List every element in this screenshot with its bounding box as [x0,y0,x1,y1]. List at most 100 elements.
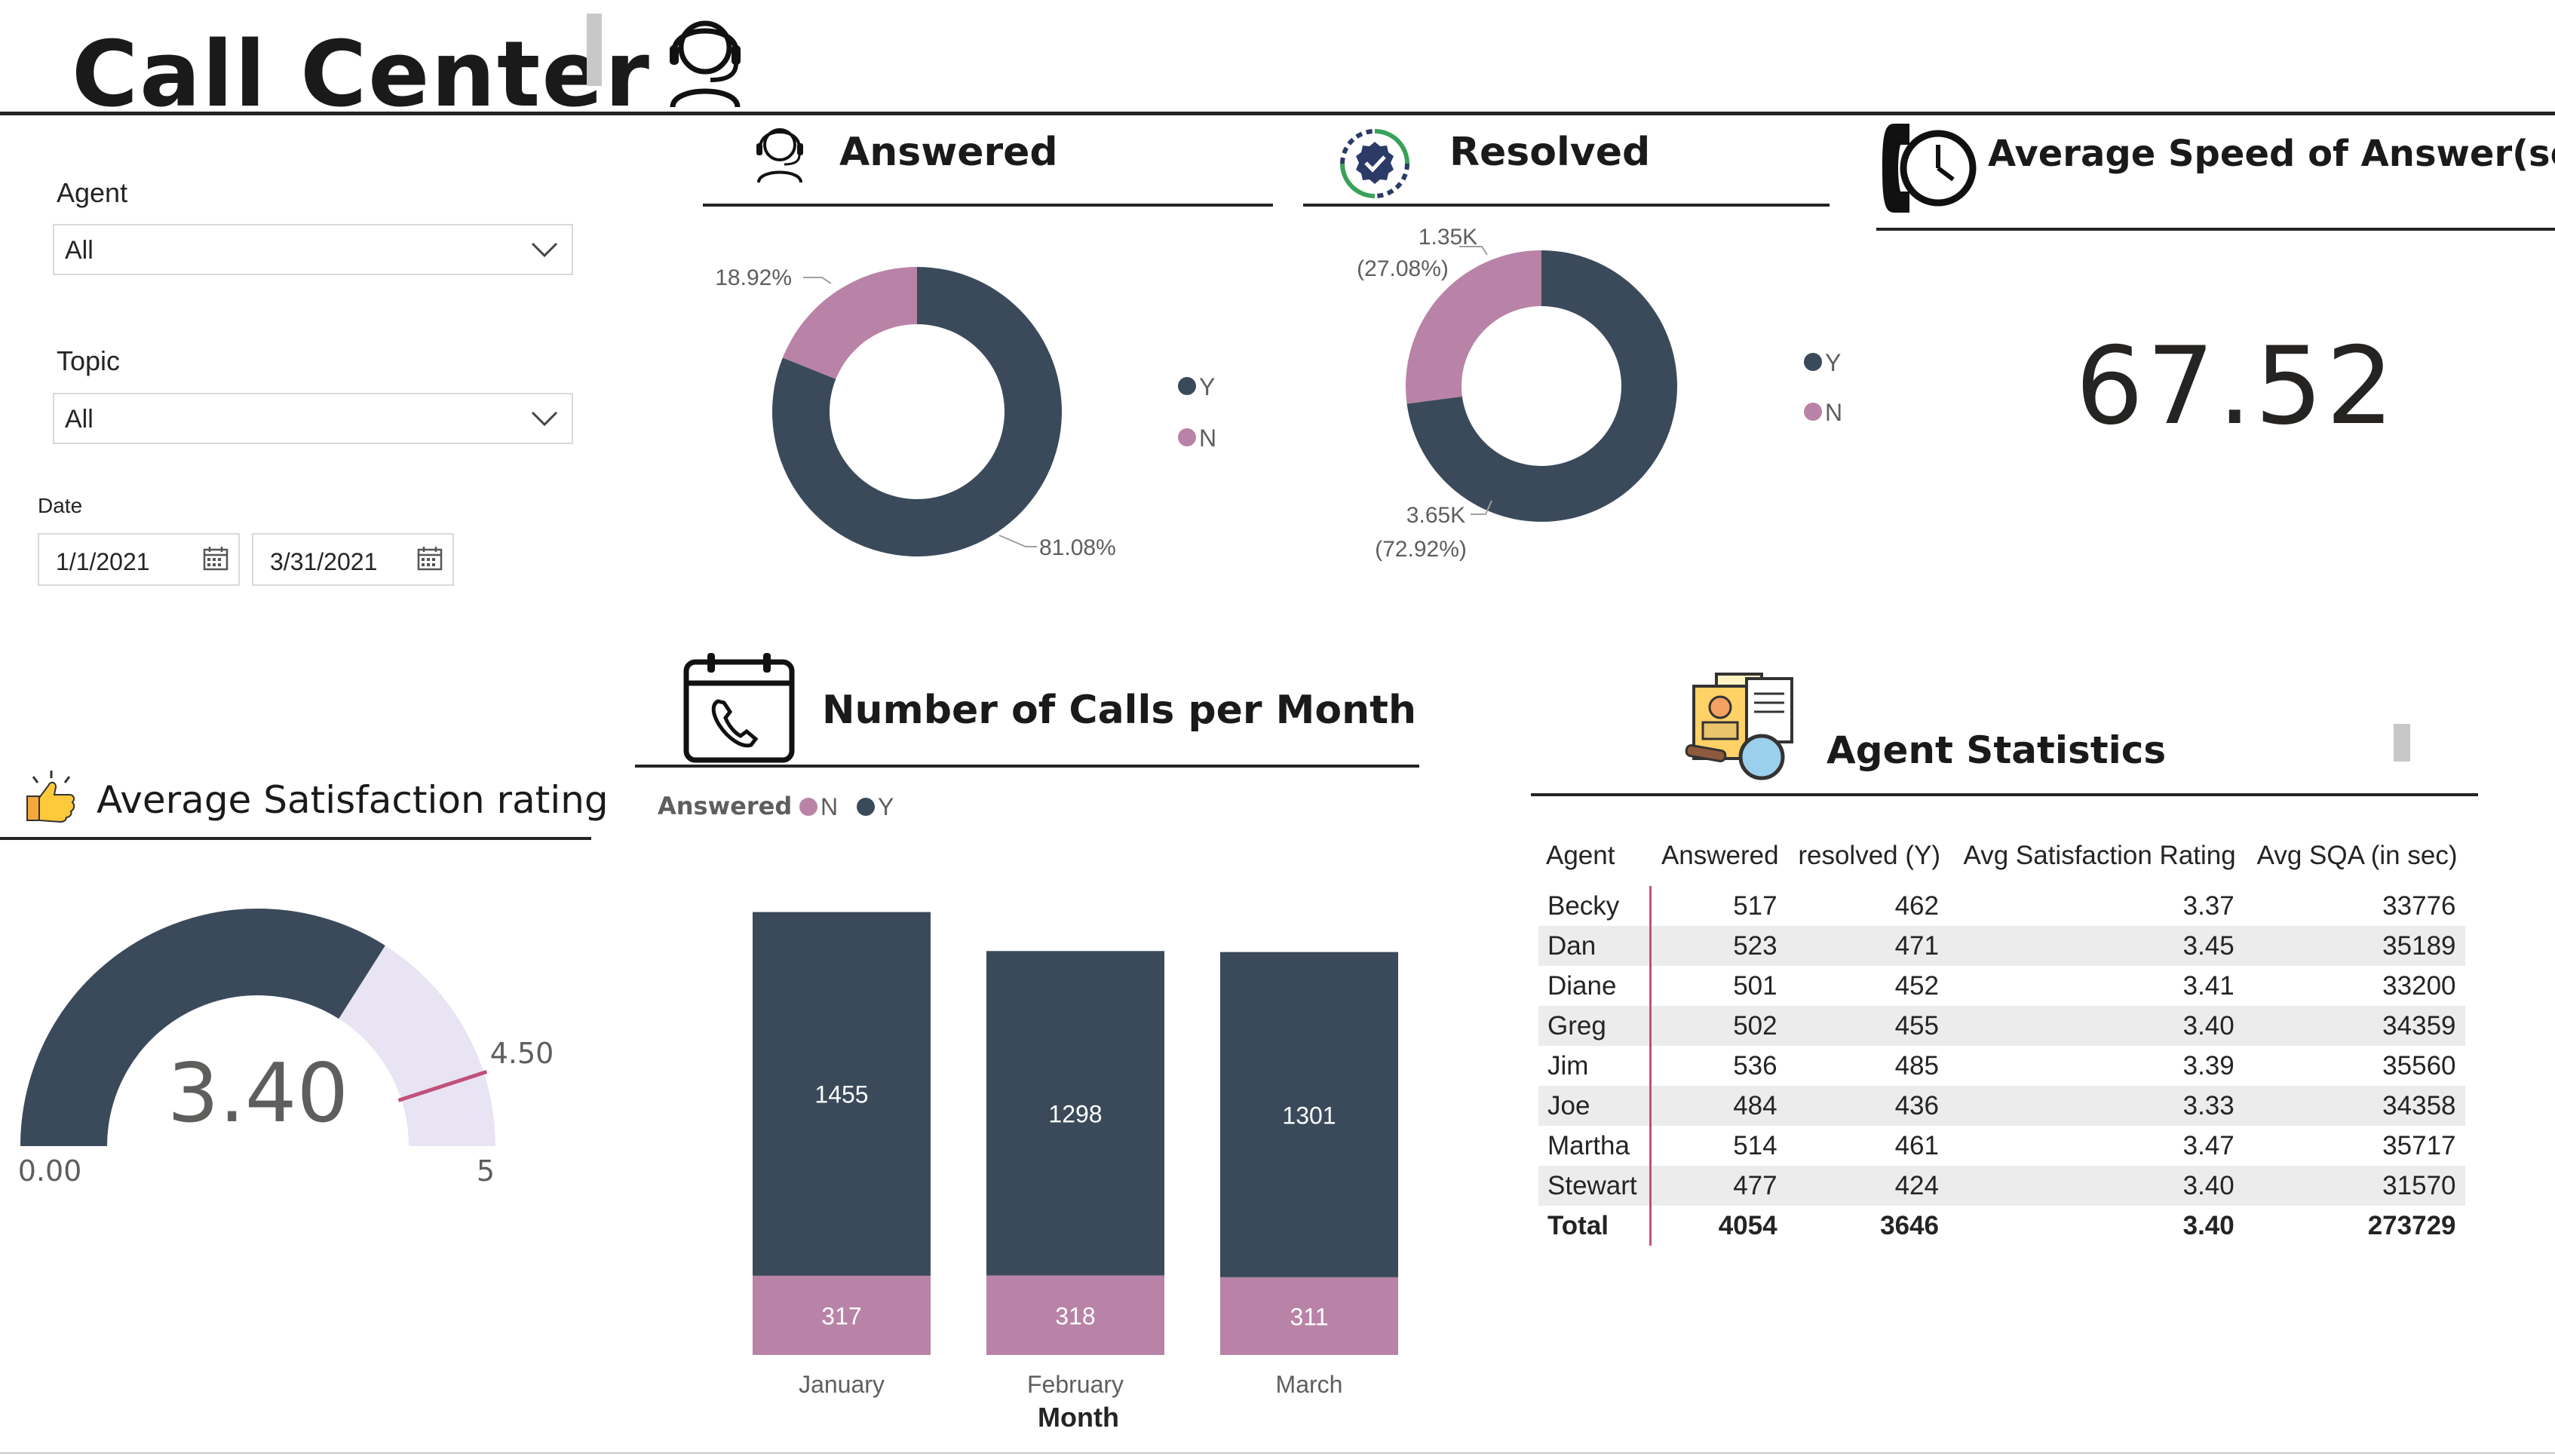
table-cell: 452 [1894,970,1939,1001]
table-cell: 3.40 [1948,1166,2244,1206]
table-row[interactable]: Stewart 477 424 3.40 31570 [1538,1166,2465,1206]
donut-slice-n[interactable] [782,267,917,379]
table-cell: 3.33 [1948,1086,2244,1126]
column-header-agent[interactable]: Agent [1538,826,1650,886]
agent-stats-scroll-handle[interactable] [2394,724,2410,762]
table-cell: Total [1538,1206,1652,1246]
speed-kpi-value: 67.52 [2075,324,2397,449]
resolved-title: Resolved [1449,130,1651,175]
bar-y-label: 1455 [814,1081,868,1108]
phone-clock-icon [1882,124,1977,213]
table-row[interactable]: Diane 501 452 3.41 33200 [1538,966,2465,1006]
chevron-down-icon [531,411,558,427]
column-header-sqa[interactable]: Avg SQA (in sec) [2244,826,2465,886]
answered-title: Answered [839,130,1058,175]
table-cell: 536 [1733,1050,1777,1081]
speed-title: Average Speed of Answer(sec) [1988,133,2555,175]
legend-n-label[interactable]: N [1199,425,1216,452]
resolved-n-pct: (27.08%) [1357,256,1449,281]
legend-y-marker [1804,353,1822,371]
calendar-icon[interactable] [416,545,443,572]
end-date-value: 3/31/2021 [270,548,378,575]
table-cell: 514 [1733,1130,1777,1160]
date-filter-label: Date [38,494,83,517]
table-cell: Martha [1538,1126,1652,1166]
calendar-icon[interactable] [202,545,229,572]
table-cell: Greg [1538,1006,1652,1046]
start-date-input[interactable]: 1/1/2021 [38,533,240,586]
legend-n-label[interactable]: N [820,793,838,820]
table-row[interactable]: Greg 502 455 3.40 34359 [1538,1006,2465,1046]
column-header-resolved[interactable]: resolved (Y) [1787,826,1948,886]
table-cell: 31570 [2243,1166,2465,1206]
legend-y-label[interactable]: Y [1825,349,1841,376]
verified-badge-icon [1340,129,1409,198]
topic-dropdown-value: All [65,405,94,434]
agent-dropdown[interactable]: All [53,224,573,275]
speed-rule [1876,228,2555,231]
table-cell: 484 [1650,1086,1787,1126]
legend-y-label[interactable]: Y [1199,373,1215,400]
answered-leader-line [998,535,1037,547]
table-cell: 517 [1733,890,1777,921]
header-divider [587,14,602,86]
table-cell: 485 [1894,1050,1939,1081]
table-cell: 471 [1786,926,1948,966]
legend-y-marker [1178,377,1196,395]
table-row[interactable]: Becky 517 462 3.37 33776 [1538,886,2465,926]
column-header-answered[interactable]: Answered [1650,826,1786,886]
header-rule [0,112,2555,115]
bar-n-label: 311 [1290,1303,1328,1330]
table-total-row: Total 4054 3646 3.40 273729 [1538,1206,2465,1246]
table-cell: 462 [1894,890,1939,921]
x-axis-title: Month [1038,1402,1119,1433]
legend-n-marker [1804,403,1822,421]
satisfaction-title: Average Satisfaction rating [97,778,609,822]
answered-n-label: 18.92% [715,265,792,290]
table-cell: 424 [1786,1166,1948,1206]
table-row[interactable]: Dan 523 471 3.45 35189 [1538,926,2465,966]
table-cell: Diane [1538,966,1652,1006]
agent-stats-table: Agent Answered resolved (Y) Avg Satisfac… [1538,826,2466,1246]
calls-per-month-title: Number of Calls per Month [822,688,1416,733]
table-cell: 35560 [2382,1050,2456,1081]
agent-stats-title: Agent Statistics [1827,728,2167,772]
legend-y-marker [857,798,875,816]
table-cell: 502 [1650,1006,1787,1046]
resolved-donut-chart: 1.35K (27.08%) 3.65K (72.92%) Y N [1357,225,1842,562]
table-cell: 34359 [2243,1006,2465,1046]
topic-dropdown[interactable]: All [53,393,573,444]
table-cell: 3.40 [1948,1006,2244,1046]
gauge-max-label: 5 [477,1154,495,1188]
table-cell: 523 [1650,926,1787,966]
legend-y-label[interactable]: Y [878,793,894,820]
table-cell: 3.39 [2182,1050,2234,1081]
end-date-input[interactable]: 3/31/2021 [252,533,454,586]
resolved-y-label: 3.65K [1406,503,1465,528]
gauge-min-label: 0.00 [18,1154,82,1188]
gauge-target-label: 4.50 [490,1037,554,1070]
table-row[interactable]: Jim 536 485 3.39 35560 [1538,1046,2465,1086]
legend-title: Answered [658,792,792,820]
resolved-rule [1303,204,1830,207]
legend-n-label[interactable]: N [1825,399,1842,426]
table-cell: 273729 [2243,1206,2465,1246]
headset-icon [756,128,803,183]
table-row[interactable]: Joe 484 436 3.33 34358 [1538,1086,2465,1126]
answered-y-label: 81.08% [1039,535,1116,560]
x-tick-label: February [1027,1371,1124,1398]
bar-y-label: 1301 [1282,1102,1336,1129]
agent-stats-rule [1531,793,2478,796]
chevron-down-icon [531,242,558,258]
table-cell: 4054 [1650,1206,1787,1246]
table-cell: 3646 [1786,1206,1948,1246]
table-row[interactable]: Martha 514 461 3.47 35717 [1538,1126,2465,1166]
table-cell: 33776 [2382,890,2456,921]
column-header-satisfaction[interactable]: Avg Satisfaction Rating [1948,826,2244,886]
table-cell: 436 [1786,1086,1948,1126]
agent-profile-search-icon [1685,673,1793,780]
agent-dropdown-value: All [65,236,94,265]
agent-filter-label: Agent [57,177,128,208]
table-cell: Stewart [1538,1166,1652,1206]
bar-y-label: 1298 [1048,1100,1102,1127]
